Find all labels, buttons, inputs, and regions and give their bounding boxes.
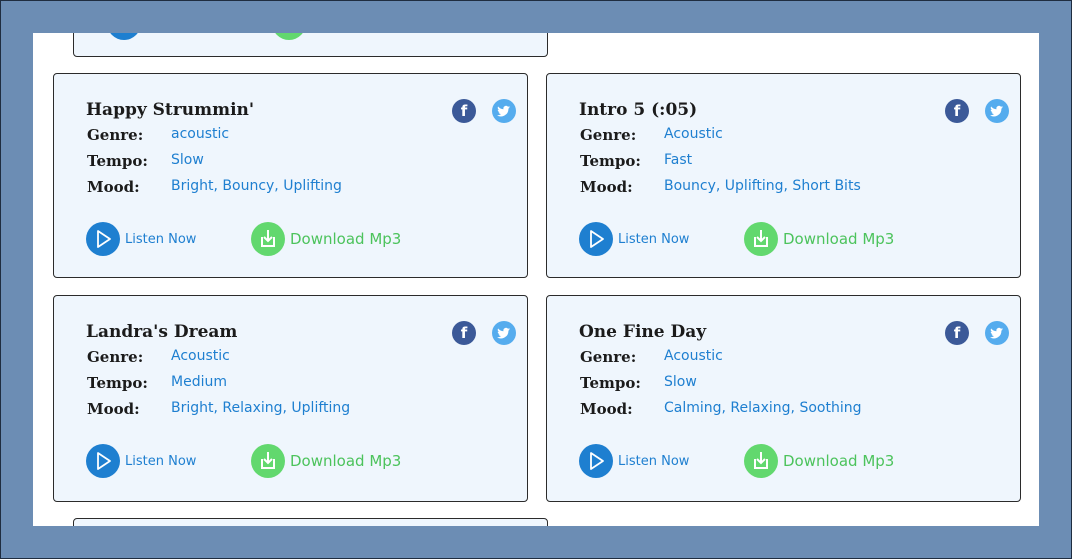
download-mp3-label: Download Mp3 xyxy=(290,452,402,470)
download-mp3-label: Download Mp3 xyxy=(783,452,895,470)
tempo-link[interactable]: Slow xyxy=(171,152,204,168)
download-icon xyxy=(744,444,778,478)
listen-now-button[interactable]: Listen Now xyxy=(86,222,196,256)
mood-label: Mood: xyxy=(580,178,633,196)
download-icon xyxy=(251,444,285,478)
tempo-label: Tempo: xyxy=(87,152,148,170)
facebook-icon[interactable]: f xyxy=(452,99,476,123)
twitter-icon[interactable] xyxy=(985,99,1009,123)
mood-links[interactable]: Bouncy, Uplifting, Short Bits xyxy=(664,178,861,194)
track-title: Landra's Dream xyxy=(86,322,238,342)
mood-label: Mood: xyxy=(87,178,140,196)
twitter-icon[interactable] xyxy=(985,321,1009,345)
track-title: Happy Strummin' xyxy=(86,100,255,120)
facebook-icon[interactable]: f xyxy=(452,321,476,345)
tempo-label: Tempo: xyxy=(87,374,148,392)
mood-links[interactable]: Bright, Bouncy, Uplifting xyxy=(171,178,342,194)
download-mp3-button[interactable]: Download Mp3 xyxy=(251,444,401,478)
facebook-icon[interactable]: f xyxy=(945,99,969,123)
tempo-label: Tempo: xyxy=(580,374,641,392)
listen-now-button[interactable]: Listen Now xyxy=(579,444,689,478)
genre-label: Genre: xyxy=(87,348,144,366)
track-card-partial-top xyxy=(73,33,548,57)
download-mp3-button[interactable]: Download Mp3 xyxy=(744,222,894,256)
tempo-link[interactable]: Fast xyxy=(664,152,692,168)
tempo-link[interactable]: Slow xyxy=(664,374,697,390)
tempo-link[interactable]: Medium xyxy=(171,374,227,390)
download-icon[interactable] xyxy=(272,33,306,40)
mood-label: Mood: xyxy=(87,400,140,418)
track-card: Happy Strummin' f Genre: acoustic Tempo: S… xyxy=(53,73,528,278)
track-title: One Fine Day xyxy=(579,322,707,342)
track-card: One Fine Day f Genre: Acoustic Tempo: Slow… xyxy=(546,295,1021,502)
play-icon xyxy=(86,444,120,478)
genre-label: Genre: xyxy=(580,126,637,144)
genre-link[interactable]: Acoustic xyxy=(664,348,723,364)
facebook-icon[interactable]: f xyxy=(945,321,969,345)
play-icon[interactable] xyxy=(107,33,141,40)
listen-now-button[interactable]: Listen Now xyxy=(86,444,196,478)
track-card-partial-bottom xyxy=(73,518,548,526)
listen-now-button[interactable]: Listen Now xyxy=(579,222,689,256)
download-icon xyxy=(251,222,285,256)
mood-links[interactable]: Calming, Relaxing, Soothing xyxy=(664,400,861,416)
twitter-icon[interactable] xyxy=(492,321,516,345)
play-icon xyxy=(579,444,613,478)
download-icon xyxy=(744,222,778,256)
download-mp3-button[interactable]: Download Mp3 xyxy=(251,222,401,256)
track-card: Intro 5 (:05) f Genre: Acoustic Tempo: Fas… xyxy=(546,73,1021,278)
download-mp3-label: Download Mp3 xyxy=(290,230,402,248)
mood-label: Mood: xyxy=(580,400,633,418)
genre-link[interactable]: Acoustic xyxy=(171,348,230,364)
track-list-panel: Happy Strummin' f Genre: acoustic Tempo: S… xyxy=(33,33,1039,526)
genre-link[interactable]: acoustic xyxy=(171,126,229,142)
play-icon xyxy=(579,222,613,256)
tempo-label: Tempo: xyxy=(580,152,641,170)
genre-label: Genre: xyxy=(87,126,144,144)
listen-now-label: Listen Now xyxy=(125,231,197,247)
twitter-icon[interactable] xyxy=(492,99,516,123)
genre-link[interactable]: Acoustic xyxy=(664,126,723,142)
download-mp3-button[interactable]: Download Mp3 xyxy=(744,444,894,478)
mood-links[interactable]: Bright, Relaxing, Uplifting xyxy=(171,400,350,416)
listen-now-label: Listen Now xyxy=(125,453,197,469)
listen-now-label: Listen Now xyxy=(618,453,690,469)
track-card: Landra's Dream f Genre: Acoustic Tempo: Me… xyxy=(53,295,528,502)
genre-label: Genre: xyxy=(580,348,637,366)
play-icon xyxy=(86,222,120,256)
download-mp3-label: Download Mp3 xyxy=(783,230,895,248)
listen-now-label: Listen Now xyxy=(618,231,690,247)
track-title: Intro 5 (:05) xyxy=(579,100,698,120)
